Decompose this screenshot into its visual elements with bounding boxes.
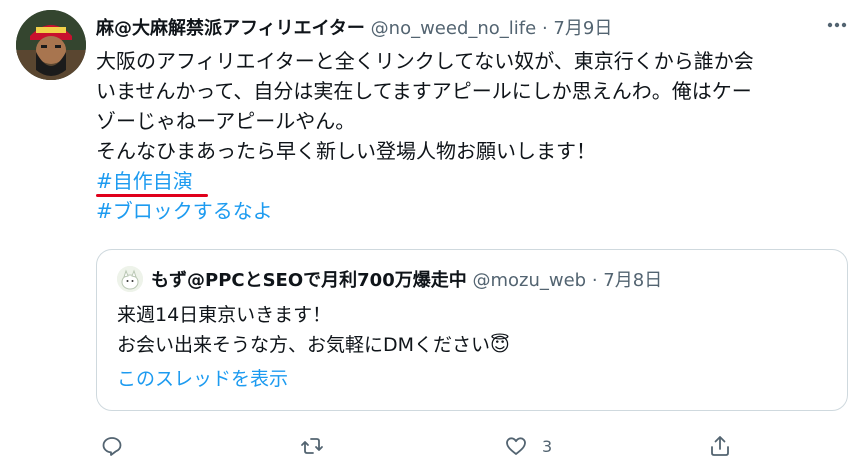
reply-icon bbox=[102, 437, 122, 456]
like-button[interactable]: 3 bbox=[504, 428, 552, 464]
tweet-text-line: いませんかって、自分は実在してますアピールにしか思えんわ。俺はケー bbox=[96, 79, 752, 103]
hashtag-link[interactable]: #自作自演 bbox=[96, 169, 193, 193]
share-icon bbox=[711, 436, 729, 456]
retweet-button[interactable] bbox=[300, 428, 324, 464]
retweet-icon bbox=[301, 438, 323, 454]
separator: · bbox=[541, 18, 548, 39]
tweet-text-line: 大阪のアフィリエイターと全くリンクしてない奴が、東京行くから誰か会 bbox=[96, 49, 754, 73]
quoted-date[interactable]: 7月8日 bbox=[603, 270, 662, 291]
tweet-body: 大阪のアフィリエイターと全くリンクしてない奴が、東京行くから誰か会 いませんかっ… bbox=[96, 46, 856, 226]
display-name[interactable]: 麻@大麻解禁派アフィリエイター bbox=[96, 18, 365, 39]
tweet-text-line: そんなひまあったら早く新しい登場人物お願いします！ bbox=[96, 139, 596, 163]
show-thread-link[interactable]: このスレッドを表示 bbox=[117, 364, 288, 394]
quoted-text-line: 来週14日東京いきます！ bbox=[117, 304, 332, 326]
quoted-text: 来週14日東京いきます！ お会い出来そうな方、お気軽にDMください😇 bbox=[117, 300, 510, 360]
tweet-actions: 3 bbox=[96, 428, 848, 464]
share-button[interactable] bbox=[708, 428, 732, 464]
like-icon bbox=[506, 437, 526, 455]
tweet-date[interactable]: 7月9日 bbox=[553, 18, 612, 39]
user-handle[interactable]: @no_weed_no_life bbox=[371, 18, 537, 39]
quoted-text-line: お会い出来そうな方、お気軽にDMください bbox=[117, 334, 491, 356]
quoted-header: もず@PPCとSEOで月利700万爆走中 @mozu_web · 7月8日 bbox=[151, 266, 662, 292]
more-horizontal-icon bbox=[827, 22, 847, 28]
halo-emoji: 😇 bbox=[490, 334, 510, 356]
avatar-image bbox=[16, 10, 86, 80]
tweet-text-line: ゾーじゃねーアピールやん。 bbox=[96, 109, 356, 133]
quoted-tweet[interactable]: もず@PPCとSEOで月利700万爆走中 @mozu_web · 7月8日 来週… bbox=[96, 249, 848, 411]
annotation-underline bbox=[96, 194, 208, 197]
quoted-avatar-image bbox=[117, 266, 143, 292]
quoted-avatar[interactable] bbox=[117, 266, 143, 292]
tweet-header: 麻@大麻解禁派アフィリエイター @no_weed_no_life · 7月9日 bbox=[96, 14, 848, 40]
reply-button[interactable] bbox=[100, 428, 124, 464]
separator: · bbox=[591, 270, 598, 291]
like-count: 3 bbox=[542, 436, 553, 456]
more-options-button[interactable] bbox=[824, 14, 850, 36]
avatar[interactable] bbox=[16, 10, 86, 80]
hashtag-link[interactable]: #ブロックするなよ bbox=[96, 199, 273, 223]
quoted-display-name[interactable]: もず@PPCとSEOで月利700万爆走中 bbox=[151, 270, 467, 291]
quoted-handle[interactable]: @mozu_web bbox=[472, 270, 586, 291]
